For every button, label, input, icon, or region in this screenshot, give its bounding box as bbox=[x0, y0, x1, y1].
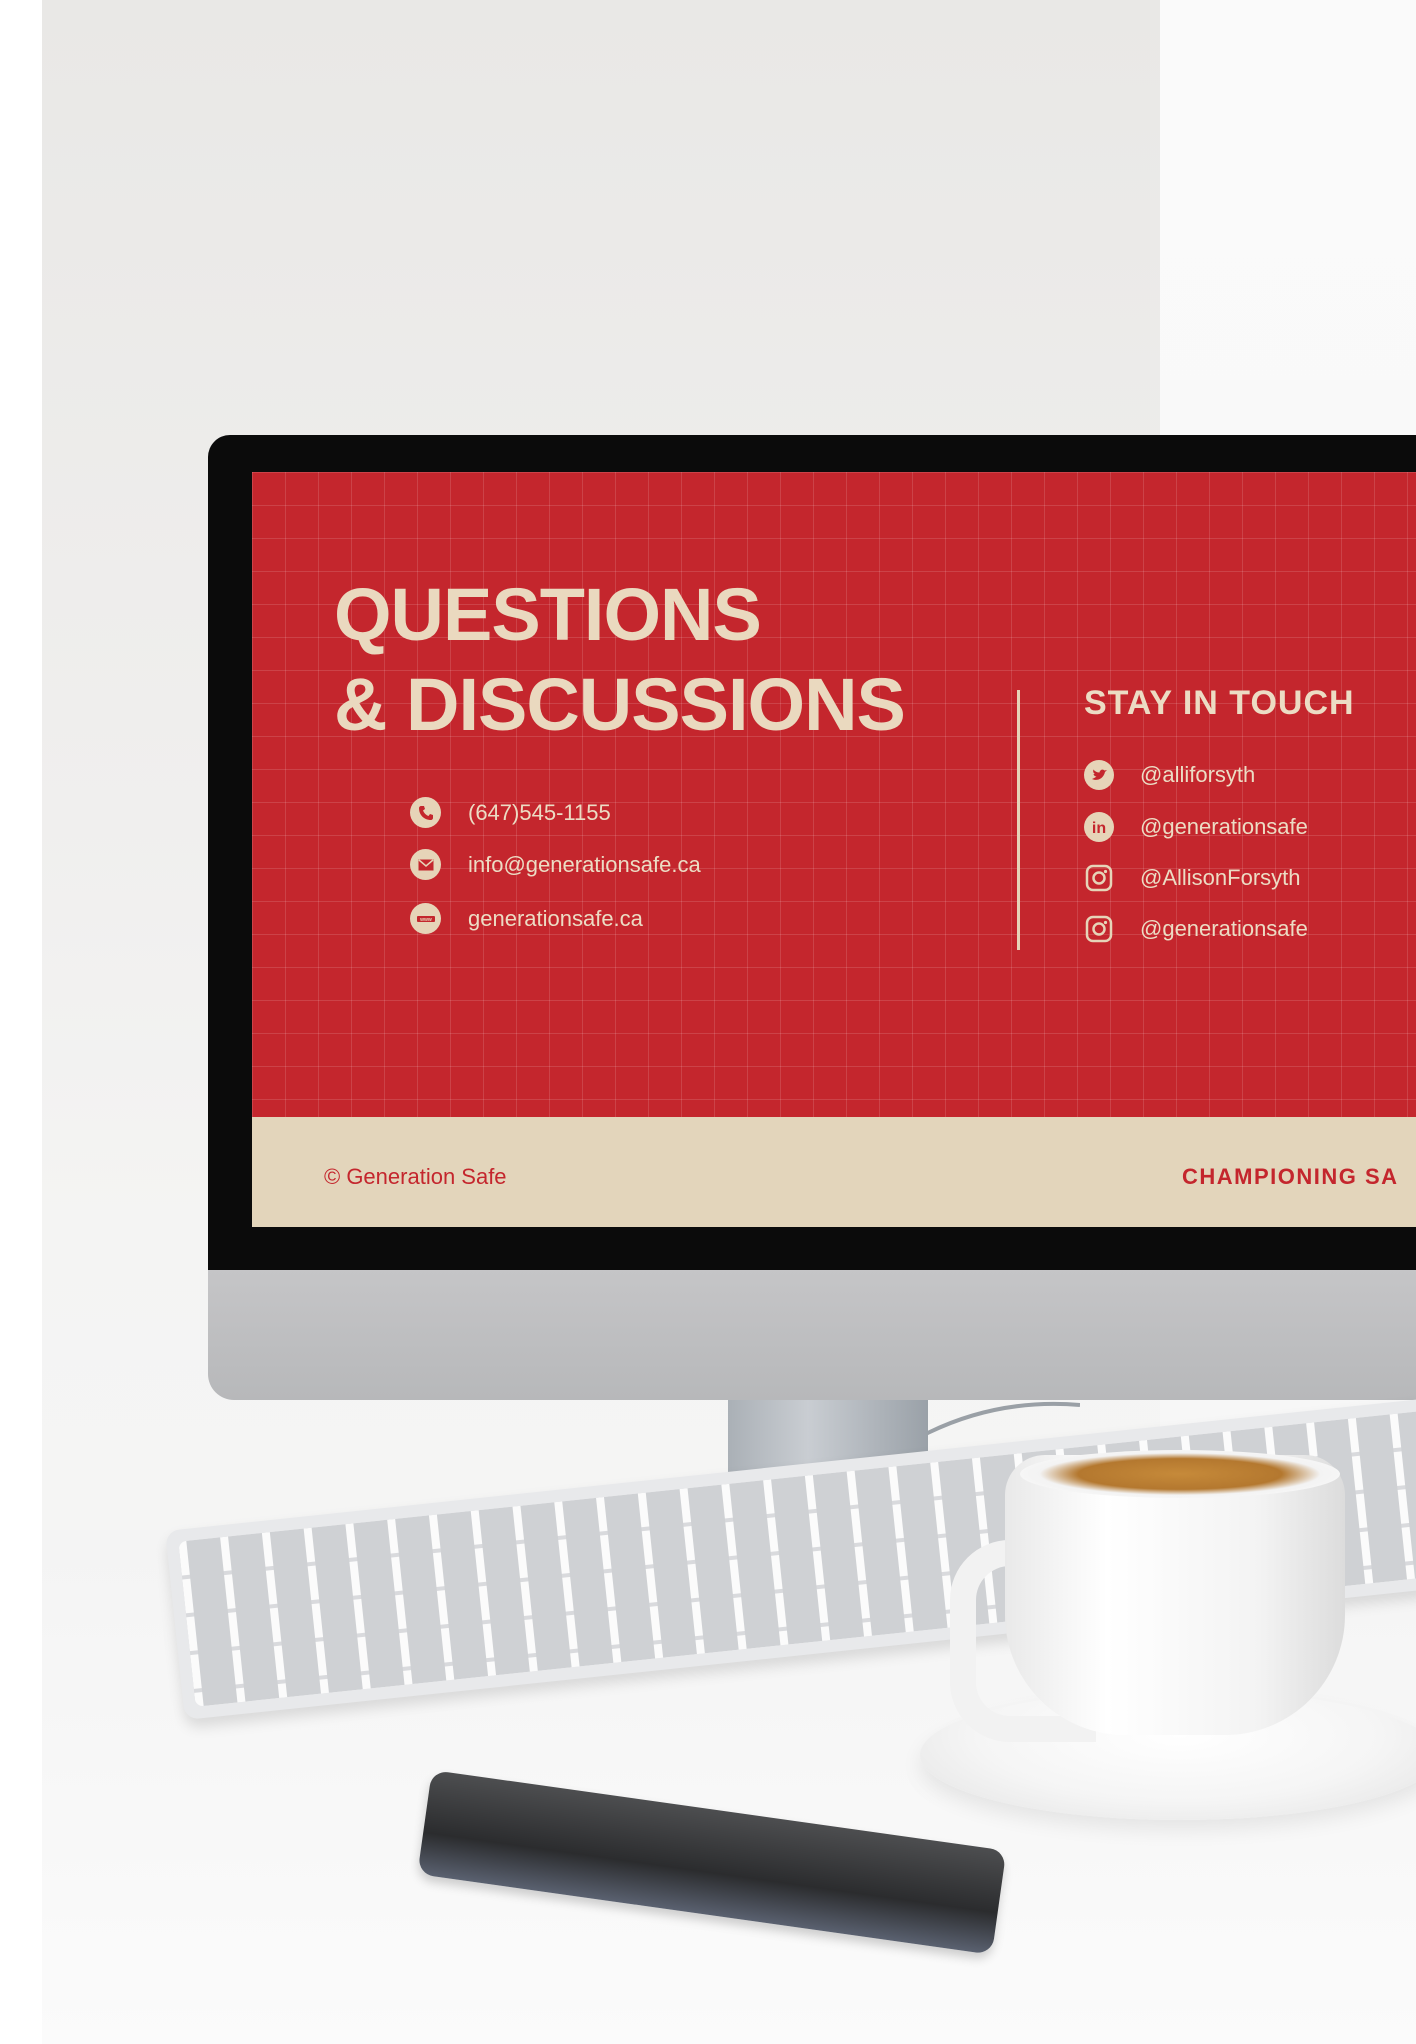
social-item-linkedin[interactable]: in @generationsafe bbox=[1084, 812, 1308, 842]
email-icon bbox=[410, 849, 441, 880]
contact-item-phone[interactable]: (647)545-1155 bbox=[410, 797, 611, 828]
slide-title-line-2: & DISCUSSIONS bbox=[334, 663, 906, 746]
instagram-icon bbox=[1084, 914, 1114, 944]
social-item-twitter[interactable]: @alliforsyth bbox=[1084, 760, 1255, 790]
coffee-surface bbox=[1020, 1450, 1340, 1498]
monitor-screen: QUESTIONS & DISCUSSIONS (647)545-1155 in… bbox=[252, 472, 1416, 1232]
social-item-instagram-1[interactable]: @AllisonForsyth bbox=[1084, 863, 1301, 893]
monitor-chin bbox=[208, 1270, 1416, 1400]
svg-text:www: www bbox=[419, 917, 432, 923]
slide-title: QUESTIONS & DISCUSSIONS bbox=[334, 570, 906, 750]
svg-text:in: in bbox=[1092, 820, 1106, 837]
contact-email-text: info@generationsafe.ca bbox=[468, 851, 701, 877]
web-icon: www bbox=[410, 903, 441, 934]
slide-divider bbox=[1017, 690, 1020, 950]
linkedin-icon: in bbox=[1084, 812, 1114, 842]
contact-item-website[interactable]: www generationsafe.ca bbox=[410, 903, 643, 934]
twitter-icon bbox=[1084, 760, 1114, 790]
contact-item-email[interactable]: info@generationsafe.ca bbox=[410, 849, 701, 880]
instagram-icon bbox=[1084, 863, 1114, 893]
social-item-instagram-2[interactable]: @generationsafe bbox=[1084, 914, 1308, 944]
footer-copyright: © Generation Safe bbox=[324, 1164, 507, 1189]
footer-tagline: CHAMPIONING SA bbox=[1182, 1164, 1399, 1189]
social-instagram-text-1: @AllisonForsyth bbox=[1140, 865, 1301, 890]
slide-body bbox=[252, 472, 1416, 1117]
monitor: QUESTIONS & DISCUSSIONS (647)545-1155 in… bbox=[208, 435, 1416, 1485]
social-instagram-text-2: @generationsafe bbox=[1140, 916, 1308, 941]
social-linkedin-text: @generationsafe bbox=[1140, 814, 1308, 839]
social-twitter-text: @alliforsyth bbox=[1140, 762, 1256, 787]
slide-title-line-1: QUESTIONS bbox=[334, 573, 762, 656]
photo-scene: QUESTIONS & DISCUSSIONS (647)545-1155 in… bbox=[0, 0, 1416, 2044]
contact-website-text: generationsafe.ca bbox=[468, 905, 643, 931]
contact-phone-text: (647)545-1155 bbox=[468, 799, 611, 825]
phone-icon bbox=[410, 797, 441, 828]
stay-in-touch-heading: STAY IN TOUCH bbox=[1084, 684, 1355, 722]
